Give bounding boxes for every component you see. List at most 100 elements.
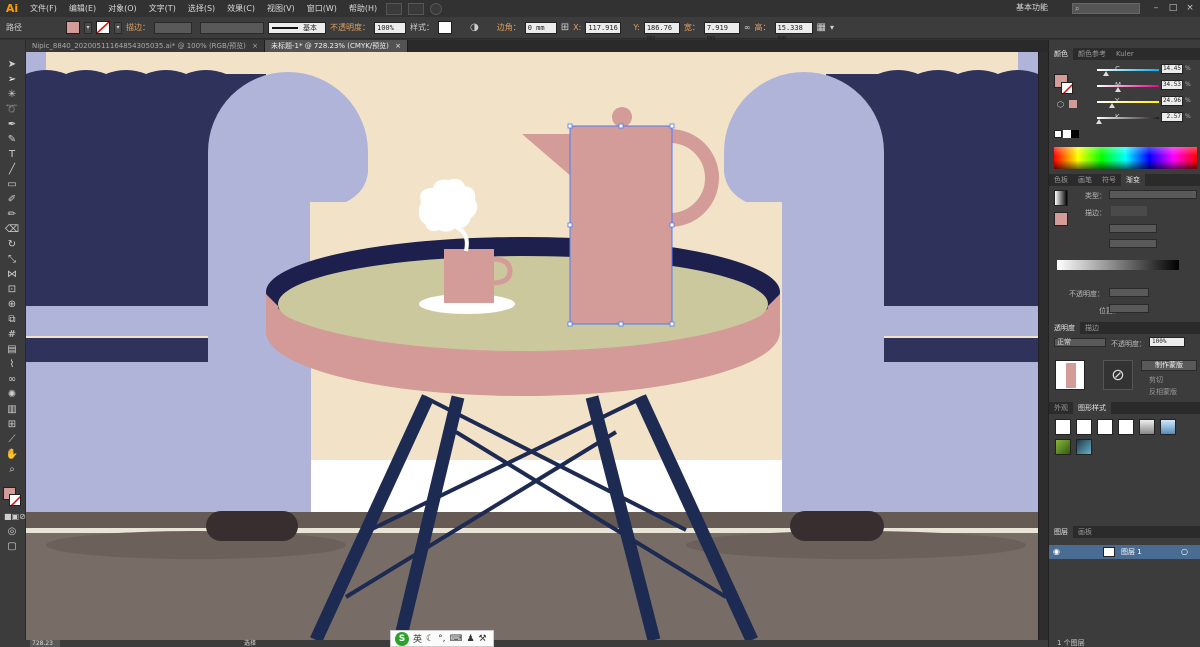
tab-appearance[interactable]: 外观	[1049, 402, 1073, 414]
curvature-tool-icon[interactable]: ✎	[4, 133, 20, 147]
tab-transparency[interactable]: 透明度	[1049, 322, 1080, 334]
graphic-style-green[interactable]	[1055, 439, 1071, 455]
wrench-icon[interactable]: ⚒	[479, 634, 487, 644]
object-thumbnail[interactable]	[1055, 360, 1085, 390]
rotate-tool-icon[interactable]: ↻	[4, 238, 20, 252]
blend-tool-icon[interactable]: ∞	[4, 373, 20, 387]
punctuation-icon[interactable]: °,	[438, 634, 445, 644]
menu-help[interactable]: 帮助(H)	[343, 0, 383, 17]
eyedropper-tool-icon[interactable]: ⌇	[4, 358, 20, 372]
width-tool-icon[interactable]: ⋈	[4, 268, 20, 282]
gradient-angle-field[interactable]	[1109, 224, 1157, 233]
paintbrush-tool-icon[interactable]: ✐	[4, 193, 20, 207]
close-button[interactable]: ×	[1182, 2, 1198, 14]
symbol-sprayer-tool-icon[interactable]: ✺	[4, 388, 20, 402]
blend-mode-select[interactable]: 正常	[1054, 338, 1106, 347]
tab-gradient[interactable]: 渐变	[1121, 174, 1145, 186]
lasso-tool-icon[interactable]: ➰	[4, 103, 20, 117]
shape-builder-tool-icon[interactable]: ⊕	[4, 298, 20, 312]
channel-slider-m[interactable]	[1097, 85, 1159, 87]
stroke-dropdown[interactable]: ▾	[114, 21, 122, 34]
eraser-tool-icon[interactable]: ⌫	[4, 223, 20, 237]
brush-definition-field[interactable]: 基本	[268, 21, 326, 34]
x-field[interactable]: 117.916	[585, 21, 622, 34]
layer-name[interactable]: 图层 1	[1121, 547, 1142, 557]
ime-toolbar[interactable]: S 英 ☾ °, ⌨ ♟ ⚒	[390, 630, 494, 647]
graphic-style-teal[interactable]	[1076, 439, 1092, 455]
channel-thumb-y[interactable]	[1109, 103, 1116, 108]
tab-color-guide[interactable]: 颜色参考	[1073, 48, 1111, 60]
color-spectrum[interactable]	[1054, 147, 1197, 169]
zoom-tool-icon[interactable]: ⌕	[4, 463, 20, 477]
color-mode-icon[interactable]: ■▣⊘	[4, 510, 26, 524]
visibility-eye-icon[interactable]: ◉	[1053, 547, 1060, 556]
arrange-docs-icon[interactable]	[408, 2, 425, 15]
channel-slider-k[interactable]	[1097, 117, 1159, 119]
fill-dropdown[interactable]: ▾	[84, 21, 92, 34]
menu-edit[interactable]: 编辑(E)	[63, 0, 102, 17]
menu-window[interactable]: 窗口(W)	[301, 0, 343, 17]
workspace-switcher[interactable]: 基本功能	[1016, 2, 1048, 13]
magic-wand-tool-icon[interactable]: ✳	[4, 88, 20, 102]
transform-icon[interactable]: ▦	[817, 22, 826, 33]
channel-thumb-m[interactable]	[1115, 87, 1122, 92]
channel-value-k[interactable]: 2.57	[1161, 112, 1183, 122]
line-tool-icon[interactable]: ╱	[4, 163, 20, 177]
free-transform-tool-icon[interactable]: ⊡	[4, 283, 20, 297]
make-mask-button[interactable]: 制作蒙版	[1141, 360, 1197, 371]
maximize-button[interactable]: □	[1165, 2, 1181, 14]
zoom-field[interactable]: 728.23	[30, 640, 60, 647]
w-field[interactable]: 7.919 mm	[703, 21, 740, 42]
gradient-fill-swatch[interactable]	[1054, 212, 1068, 226]
channel-value-m[interactable]: 34.53	[1161, 80, 1183, 90]
scale-tool-icon[interactable]: ⤡	[4, 253, 20, 267]
gradient-tool-icon[interactable]: ▤	[4, 343, 20, 357]
fill-swatch[interactable]	[66, 21, 80, 34]
tab-swatches[interactable]: 色板	[1049, 174, 1073, 186]
gradient-position-field[interactable]	[1109, 304, 1149, 313]
mesh-tool-icon[interactable]: #	[4, 328, 20, 342]
tab-nipic-document[interactable]: Nipic_8840_20200511164854305035.ai* @ 10…	[26, 40, 265, 52]
tab-untitled-document[interactable]: 未标题-1* @ 728.23% (CMYK/预览) ×	[264, 40, 409, 52]
type-tool-icon[interactable]: T	[4, 148, 20, 162]
hand-tool-icon[interactable]: ✋	[4, 448, 20, 462]
gradient-slider[interactable]	[1057, 260, 1179, 270]
tab-artboards[interactable]: 画板	[1073, 526, 1097, 538]
opacity-field[interactable]: 100%	[374, 21, 406, 34]
selection-tool-icon[interactable]: ➤	[4, 58, 20, 72]
no-mask-icon[interactable]: ⊘	[1103, 360, 1133, 390]
menu-object[interactable]: 对象(O)	[102, 0, 143, 17]
menu-view[interactable]: 视图(V)	[261, 0, 301, 17]
gradient-stroke-options[interactable]	[1111, 206, 1147, 216]
rectangle-tool-icon[interactable]: ▭	[4, 178, 20, 192]
ime-logo[interactable]: S	[395, 631, 409, 646]
invert-mask-checkbox[interactable]: 反相蒙版	[1149, 387, 1177, 397]
reference-point-icon[interactable]: ⊞	[561, 22, 569, 33]
gpu-icon[interactable]	[430, 2, 443, 15]
menu-select[interactable]: 选择(S)	[182, 0, 221, 17]
tab-layers[interactable]: 图层	[1049, 526, 1073, 538]
graphic-style-outline[interactable]	[1118, 419, 1134, 435]
gradient-aspect-field[interactable]	[1109, 239, 1157, 248]
tab-symbols[interactable]: 符号	[1097, 174, 1121, 186]
graphic-style-blue[interactable]	[1160, 419, 1176, 435]
channel-thumb-k[interactable]	[1095, 119, 1102, 124]
link-icon[interactable]: ∞	[744, 23, 751, 32]
keyboard-icon[interactable]: ⌨	[449, 634, 462, 644]
graphic-style-swatch[interactable]	[438, 21, 452, 34]
panel-menu-icon[interactable]: ▾	[830, 23, 834, 32]
channel-value-y[interactable]: 24.96	[1161, 96, 1183, 106]
minimize-button[interactable]: –	[1148, 2, 1164, 14]
perspective-tool-icon[interactable]: ⧉	[4, 313, 20, 327]
recolor-icon[interactable]: ◑	[470, 22, 479, 33]
search-input[interactable]	[1072, 3, 1140, 14]
pencil-tool-icon[interactable]: ✏	[4, 208, 20, 222]
artboard-tool-icon[interactable]: ⊞	[4, 418, 20, 432]
moon-icon[interactable]: ☾	[426, 634, 434, 644]
black-swatch[interactable]	[1071, 130, 1079, 138]
screen-mode-icon[interactable]: ▢	[4, 540, 20, 554]
stroke-color-swatch[interactable]	[9, 494, 21, 506]
layer-row[interactable]: ◉ 图层 1 ○	[1049, 545, 1200, 559]
tab-color[interactable]: 颜色	[1049, 48, 1073, 60]
graph-tool-icon[interactable]: ▥	[4, 403, 20, 417]
